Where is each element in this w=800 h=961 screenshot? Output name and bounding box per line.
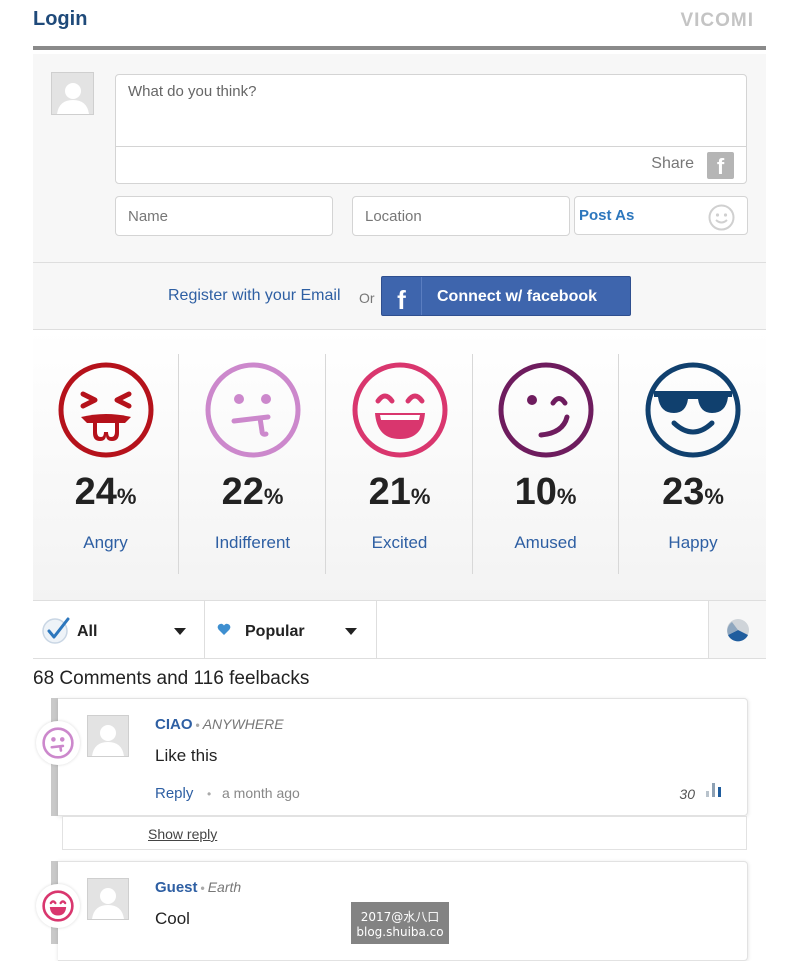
comments-summary: 68 Comments and 116 feelbacks — [33, 668, 310, 689]
comment-score: 30 — [679, 786, 695, 802]
filter-all-label: All — [77, 623, 98, 640]
comment-text: Cool — [155, 909, 190, 928]
register-email-link[interactable]: Register with your Email — [168, 287, 341, 305]
reaction-percent: 21% — [368, 471, 431, 513]
brand-logo: VICOMI — [680, 10, 754, 31]
pie-chart-icon — [727, 619, 749, 642]
reply-link[interactable]: Reply — [155, 785, 193, 802]
excited-face-icon — [42, 890, 74, 922]
share-label: Share — [651, 155, 694, 172]
checkmark-icon — [42, 617, 70, 644]
comment-location: ANYWHERE — [202, 716, 284, 732]
reactions-panel: 24% Angry 22% Indifferent 21% Excited 10… — [33, 330, 766, 600]
reaction-percent: 22% — [221, 471, 284, 513]
location-placeholder: Location — [365, 208, 422, 225]
comment-textarea[interactable]: What do you think? Share f — [115, 74, 747, 184]
reaction-percent: 23% — [662, 471, 724, 513]
comment-placeholder: What do you think? — [128, 83, 257, 100]
comment-author[interactable]: CIAO • ANYWHERE — [155, 716, 284, 733]
post-as-label: Post As — [579, 207, 635, 224]
indifferent-face-icon — [205, 362, 300, 458]
location-field[interactable]: Location — [352, 196, 570, 236]
reaction-label: Angry — [83, 533, 128, 552]
facebook-connect-button[interactable]: f Connect w/ facebook — [381, 276, 631, 316]
reaction-excited[interactable]: 21% Excited — [327, 354, 473, 574]
facebook-share-icon[interactable]: f — [707, 152, 734, 179]
chevron-down-icon — [174, 628, 186, 635]
share-bar: Share f — [116, 146, 746, 183]
commenter-avatar — [87, 878, 129, 920]
watermark-line: 2017@水八口 — [360, 910, 440, 924]
comment-composer: What do you think? Share f Name Location… — [33, 54, 766, 262]
reaction-percent: 24% — [74, 471, 137, 513]
reaction-label: Excited — [371, 533, 428, 552]
reaction-amused[interactable]: 10% Amused — [473, 354, 619, 574]
bar-chart-icon[interactable] — [705, 781, 723, 797]
or-label: Or — [359, 290, 375, 306]
comment-timestamp: a month ago — [222, 785, 300, 801]
excited-face-icon — [352, 362, 447, 458]
sort-popular-dropdown[interactable]: Popular — [205, 601, 377, 658]
comment-emotion-badge — [36, 721, 80, 765]
commenter-avatar — [87, 715, 129, 757]
show-reply-bar: Show reply — [62, 816, 747, 850]
reaction-label: Happy — [668, 533, 718, 552]
reaction-happy[interactable]: 23% Happy — [620, 354, 766, 574]
watermark-line: blog.shuiba.co — [356, 925, 444, 939]
stats-toggle[interactable] — [708, 601, 766, 658]
smiley-icon — [708, 204, 735, 231]
reaction-label: Amused — [514, 533, 577, 552]
comment-card: CIAO • ANYWHERE Like this Reply • a month … — [36, 698, 748, 816]
separator-dot: • — [207, 787, 212, 801]
reaction-angry[interactable]: 24% Angry — [33, 354, 179, 574]
user-silhouette-icon — [56, 83, 89, 114]
happy-sunglasses-face-icon — [645, 362, 741, 458]
filter-all-dropdown[interactable]: All — [33, 601, 205, 658]
post-as-button[interactable]: Post As — [574, 196, 748, 235]
facebook-icon: f — [382, 277, 422, 315]
reaction-indifferent[interactable]: 22% Indifferent — [180, 354, 326, 574]
name-field[interactable]: Name — [115, 196, 333, 236]
indifferent-face-icon — [42, 727, 74, 759]
reaction-percent: 10% — [514, 471, 577, 513]
sort-popular-label: Popular — [245, 623, 305, 640]
reaction-label: Indifferent — [214, 533, 291, 552]
filter-bar: All Popular — [33, 600, 766, 659]
comment-author[interactable]: Guest • Earth — [155, 879, 241, 896]
show-reply-link[interactable]: Show reply — [148, 826, 217, 842]
register-bar: Register with your Email Or f Connect w/… — [33, 262, 766, 330]
comment-item: CIAO • ANYWHERE Like this Reply • a month … — [36, 698, 748, 816]
facebook-connect-label: Connect w/ facebook — [437, 288, 598, 305]
chevron-down-icon — [345, 628, 357, 635]
user-silhouette-icon — [92, 888, 124, 919]
comment-emotion-badge — [36, 884, 80, 928]
comment-location: Earth — [207, 879, 242, 895]
heart-icon — [217, 623, 231, 635]
login-link[interactable]: Login — [33, 8, 87, 31]
user-avatar — [51, 72, 94, 115]
amused-face-icon — [498, 362, 593, 458]
angry-face-icon — [58, 362, 153, 458]
watermark: 2017@水八口 blog.shuiba.co — [351, 902, 449, 944]
comment-text: Like this — [155, 746, 218, 765]
top-bar: Login VICOMI — [33, 0, 766, 50]
name-placeholder: Name — [128, 208, 169, 225]
user-silhouette-icon — [92, 725, 124, 756]
